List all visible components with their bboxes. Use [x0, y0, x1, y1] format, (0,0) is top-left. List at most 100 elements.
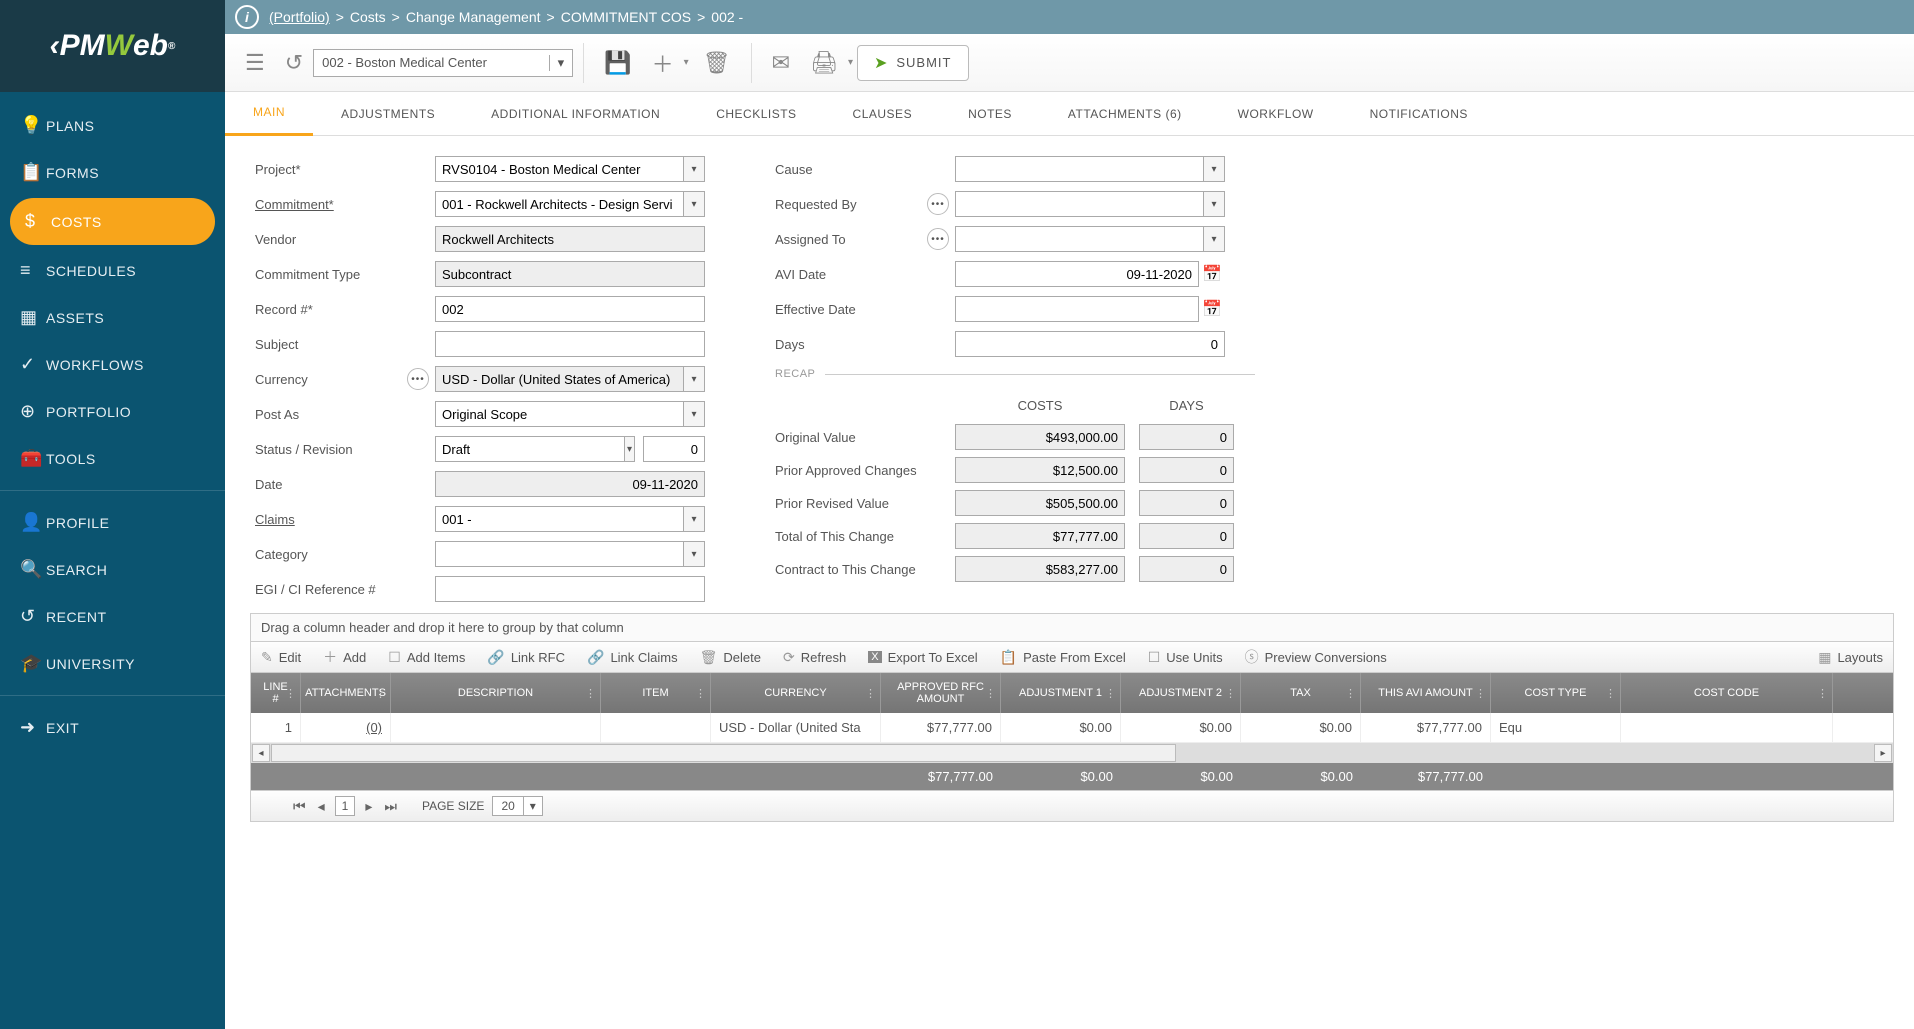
grid-header-cell[interactable]: ITEM⋮ [601, 673, 711, 713]
grid-header-cell[interactable]: COST TYPE⋮ [1491, 673, 1621, 713]
pager-first-button[interactable]: ⏮ [291, 798, 308, 815]
claims-dropdown[interactable]: ▾ [683, 506, 705, 532]
tab-adjustments[interactable]: ADJUSTMENTS [313, 93, 463, 135]
avi-date-calendar-icon[interactable]: 📅 [1199, 261, 1225, 287]
record-selector[interactable]: 002 - Boston Medical Center▾ [313, 49, 573, 77]
breadcrumb-item[interactable]: (Portfolio) [269, 9, 330, 25]
project-dropdown[interactable]: ▾ [683, 156, 705, 182]
column-menu-icon[interactable]: ⋮ [375, 687, 386, 700]
column-menu-icon[interactable]: ⋮ [1345, 687, 1356, 700]
status-dropdown[interactable]: ▾ [624, 436, 635, 462]
tab-attachments-6-[interactable]: ATTACHMENTS (6) [1040, 93, 1210, 135]
post-as-field[interactable] [435, 401, 683, 427]
tab-notifications[interactable]: NOTIFICATIONS [1342, 93, 1496, 135]
info-icon[interactable]: i [235, 5, 259, 29]
requested-by-dropdown[interactable]: ▾ [1203, 191, 1225, 217]
column-menu-icon[interactable]: ⋮ [1817, 687, 1828, 700]
sidebar-item-schedules[interactable]: ≡SCHEDULES [0, 247, 225, 294]
post-as-dropdown[interactable]: ▾ [683, 401, 705, 427]
label-claims[interactable]: Claims [255, 512, 435, 527]
grid-add-button[interactable]: ＋Add [323, 647, 366, 667]
pager-page-size-select[interactable]: 20▾ [492, 796, 542, 816]
sidebar-item-portfolio[interactable]: ⊕PORTFOLIO [0, 388, 225, 435]
record-no-field[interactable] [435, 296, 705, 322]
grid-edit-button[interactable]: ✎Edit [261, 649, 301, 666]
grid-header-cell[interactable]: APPROVED RFC AMOUNT⋮ [881, 673, 1001, 713]
project-field[interactable] [435, 156, 683, 182]
tab-clauses[interactable]: CLAUSES [825, 93, 941, 135]
print-icon[interactable]: 🖨 [800, 50, 848, 76]
column-menu-icon[interactable]: ⋮ [585, 687, 596, 700]
subject-field[interactable] [435, 331, 705, 357]
currency-dropdown[interactable]: ▾ [683, 366, 705, 392]
pager-last-button[interactable]: ⏭ [382, 798, 399, 815]
grid-header-cell[interactable]: TAX⋮ [1241, 673, 1361, 713]
sidebar-item-recent[interactable]: ↺RECENT [0, 593, 225, 640]
sidebar-item-exit[interactable]: ➜EXIT [0, 704, 225, 751]
grid-preview-button[interactable]: ⓢPreview Conversions [1245, 647, 1387, 667]
column-menu-icon[interactable]: ⋮ [985, 687, 996, 700]
grid-layouts-button[interactable]: ▦Layouts [1818, 649, 1883, 666]
save-icon[interactable]: 💾 [594, 50, 641, 76]
grid-add-items-button[interactable]: ☐Add Items [388, 649, 465, 666]
tab-notes[interactable]: NOTES [940, 93, 1040, 135]
column-menu-icon[interactable]: ⋮ [285, 687, 296, 700]
print-dropdown[interactable]: ▾ [844, 53, 857, 72]
column-menu-icon[interactable]: ⋮ [1105, 687, 1116, 700]
grid-group-bar[interactable]: Drag a column header and drop it here to… [251, 614, 1893, 642]
add-icon[interactable]: ＋ [642, 47, 684, 79]
grid-paste-button[interactable]: 📋Paste From Excel [1000, 649, 1126, 666]
grid-header-cell[interactable]: ATTACHMENTS⋮ [301, 673, 391, 713]
sidebar-item-tools[interactable]: 🧰TOOLS [0, 435, 225, 482]
grid-use-units-toggle[interactable]: ☐Use Units [1148, 649, 1223, 666]
scroll-right-button[interactable]: ▸ [1874, 744, 1892, 762]
tab-additional-information[interactable]: ADDITIONAL INFORMATION [463, 93, 688, 135]
currency-options-icon[interactable]: ••• [407, 368, 429, 390]
column-menu-icon[interactable]: ⋮ [1475, 687, 1486, 700]
egi-field[interactable] [435, 576, 705, 602]
revision-field[interactable] [643, 436, 705, 462]
grid-header-cell[interactable]: CURRENCY⋮ [711, 673, 881, 713]
grid-link-claims-button[interactable]: 🔗Link Claims [587, 649, 678, 666]
requested-by-field[interactable] [955, 191, 1203, 217]
submit-button[interactable]: ➤ SUBMIT [857, 45, 969, 81]
grid-refresh-button[interactable]: ⟳Refresh [783, 649, 846, 666]
grid-horizontal-scrollbar[interactable]: ◂ ▸ [251, 743, 1893, 763]
column-menu-icon[interactable]: ⋮ [1605, 687, 1616, 700]
table-row[interactable]: 1(0)USD - Dollar (United Sta$77,777.00$0… [251, 713, 1893, 743]
assigned-to-dropdown[interactable]: ▾ [1203, 226, 1225, 252]
grid-header-cell[interactable]: COST CODE⋮ [1621, 673, 1833, 713]
tab-workflow[interactable]: WORKFLOW [1210, 93, 1342, 135]
assigned-to-field[interactable] [955, 226, 1203, 252]
label-commitment[interactable]: Commitment* [255, 197, 435, 212]
sidebar-item-workflows[interactable]: ✓WORKFLOWS [0, 341, 225, 388]
pager-prev-button[interactable]: ◂ [316, 798, 327, 815]
sidebar-item-assets[interactable]: ▦ASSETS [0, 294, 225, 341]
sidebar-item-forms[interactable]: 📋FORMS [0, 149, 225, 196]
grid-export-button[interactable]: XExport To Excel [868, 650, 977, 665]
column-menu-icon[interactable]: ⋮ [865, 687, 876, 700]
tab-checklists[interactable]: CHECKLISTS [688, 93, 824, 135]
grid-header-cell[interactable]: LINE #⋮ [251, 673, 301, 713]
scroll-thumb[interactable] [271, 744, 1176, 762]
sidebar-item-costs[interactable]: $COSTS [10, 198, 215, 245]
column-menu-icon[interactable]: ⋮ [695, 687, 706, 700]
claims-field[interactable] [435, 506, 683, 532]
grid-header-cell[interactable]: THIS AVI AMOUNT⋮ [1361, 673, 1491, 713]
commitment-field[interactable] [435, 191, 683, 217]
list-icon[interactable]: ☰ [235, 50, 275, 76]
sidebar-item-profile[interactable]: 👤PROFILE [0, 499, 225, 546]
pager-next-button[interactable]: ▸ [363, 798, 374, 815]
category-field[interactable] [435, 541, 683, 567]
commitment-dropdown[interactable]: ▾ [683, 191, 705, 217]
days-field[interactable] [955, 331, 1225, 357]
grid-header-cell[interactable]: DESCRIPTION⋮ [391, 673, 601, 713]
status-field[interactable] [435, 436, 624, 462]
sidebar-item-plans[interactable]: 💡PLANS [0, 102, 225, 149]
grid-header-cell[interactable]: ADJUSTMENT 2⋮ [1121, 673, 1241, 713]
scroll-left-button[interactable]: ◂ [252, 744, 270, 762]
grid-link-rfc-button[interactable]: 🔗Link RFC [487, 649, 565, 666]
tab-main[interactable]: MAIN [225, 91, 313, 136]
cause-dropdown[interactable]: ▾ [1203, 156, 1225, 182]
cause-field[interactable] [955, 156, 1203, 182]
